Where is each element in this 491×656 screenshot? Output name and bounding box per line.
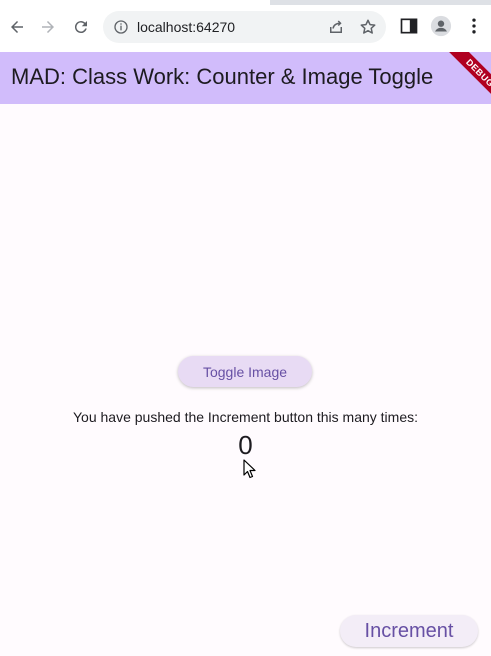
page-title: MAD: Class Work: Counter & Image Toggle [11, 64, 434, 89]
debug-label: DEBUG [443, 52, 491, 110]
toggle-image-button[interactable]: Toggle Image [178, 356, 312, 387]
reload-button[interactable] [68, 14, 94, 40]
star-icon[interactable] [359, 18, 377, 36]
share-icon[interactable] [327, 18, 345, 36]
side-panel-icon[interactable] [399, 16, 419, 36]
increment-button[interactable]: Increment [340, 615, 478, 647]
info-icon[interactable] [113, 19, 129, 35]
back-button[interactable] [4, 14, 30, 40]
forward-button[interactable] [35, 14, 61, 40]
browser-toolbar: localhost:64270 [0, 0, 491, 53]
app-bar: MAD: Class Work: Counter & Image Toggle [0, 52, 491, 104]
counter-label: You have pushed the Increment button thi… [72, 409, 419, 425]
reload-icon [74, 21, 87, 34]
url-text[interactable]: localhost:64270 [137, 19, 235, 35]
main-content: Toggle Image You have pushed the Increme… [0, 104, 491, 656]
forward-arrow-icon [42, 21, 54, 33]
profile-avatar-icon[interactable] [430, 15, 452, 37]
counter-value: 0 [238, 430, 253, 460]
debug-banner: DEBUG [431, 52, 491, 112]
more-menu-icon[interactable] [464, 16, 484, 36]
tab-strip [270, 0, 491, 5]
address-bar[interactable]: localhost:64270 [103, 11, 386, 43]
mouse-cursor-icon [243, 459, 256, 479]
back-arrow-icon [11, 21, 23, 33]
